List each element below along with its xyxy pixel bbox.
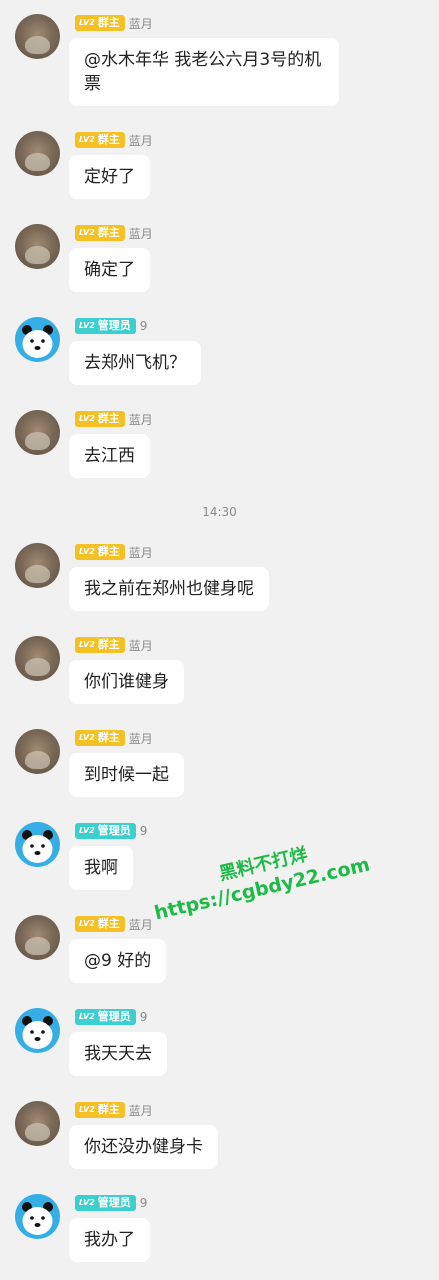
message-bubble[interactable]: 你还没办健身卡 <box>69 1125 218 1169</box>
message-bubble[interactable]: 我啊 <box>69 846 133 890</box>
role-badge: LV2 群主 <box>75 1102 125 1118</box>
role-badge: LV2 群主 <box>75 637 125 653</box>
sender-name[interactable]: 蓝月 <box>129 225 153 242</box>
message-bubble[interactable]: 定好了 <box>69 155 150 199</box>
avatar[interactable] <box>15 636 60 681</box>
message-bubble[interactable]: @水木年华 我老公六月3号的机票 <box>69 38 339 106</box>
sender-name[interactable]: 蓝月 <box>129 544 153 561</box>
role-badge: LV2 管理员 <box>75 1009 136 1025</box>
timestamp: 14:30 <box>202 505 237 519</box>
sender-name[interactable]: 9 <box>140 1196 148 1210</box>
role-badge: LV2 管理员 <box>75 318 136 334</box>
sender-meta: LV2 群主 蓝月 <box>75 729 153 747</box>
sender-name[interactable]: 蓝月 <box>129 15 153 32</box>
sender-meta: LV2 群主 蓝月 <box>75 636 153 654</box>
bear-icon <box>22 1202 53 1235</box>
sender-meta: LV2 群主 蓝月 <box>75 224 153 242</box>
avatar[interactable] <box>15 1008 60 1053</box>
avatar[interactable] <box>15 729 60 774</box>
message-bubble[interactable]: 到时候一起 <box>69 753 184 797</box>
avatar[interactable] <box>15 915 60 960</box>
sender-name[interactable]: 蓝月 <box>129 637 153 654</box>
sender-name[interactable]: 9 <box>140 1010 148 1024</box>
message-bubble[interactable]: 去郑州飞机？ <box>69 341 201 385</box>
role-badge: LV2 群主 <box>75 730 125 746</box>
sender-meta: LV2 群主 蓝月 <box>75 543 153 561</box>
avatar[interactable] <box>15 822 60 867</box>
sender-name[interactable]: 蓝月 <box>129 1102 153 1119</box>
message-bubble[interactable]: @9 好的 <box>69 939 167 983</box>
sender-meta: LV2 群主 蓝月 <box>75 14 153 32</box>
avatar[interactable] <box>15 317 60 362</box>
sender-meta: LV2 管理员 9 <box>75 1194 147 1212</box>
role-badge: LV2 群主 <box>75 411 125 427</box>
role-badge: LV2 群主 <box>75 132 125 148</box>
message-bubble[interactable]: 我天天去 <box>69 1032 167 1076</box>
role-badge: LV2 管理员 <box>75 1195 136 1211</box>
sender-name[interactable]: 9 <box>140 824 148 838</box>
role-badge: LV2 群主 <box>75 15 125 31</box>
sender-meta: LV2 群主 蓝月 <box>75 131 153 149</box>
role-badge: LV2 群主 <box>75 916 125 932</box>
sender-meta: LV2 管理员 9 <box>75 822 147 840</box>
sender-name[interactable]: 蓝月 <box>129 916 153 933</box>
message-bubble[interactable]: 确定了 <box>69 248 150 292</box>
role-badge: LV2 群主 <box>75 225 125 241</box>
avatar[interactable] <box>15 543 60 588</box>
role-badge: LV2 管理员 <box>75 823 136 839</box>
bear-icon <box>22 325 53 358</box>
sender-name[interactable]: 蓝月 <box>129 730 153 747</box>
avatar[interactable] <box>15 1101 60 1146</box>
sender-meta: LV2 群主 蓝月 <box>75 1101 153 1119</box>
bear-icon <box>22 830 53 863</box>
avatar[interactable] <box>15 131 60 176</box>
sender-meta: LV2 管理员 9 <box>75 1008 147 1026</box>
bear-icon <box>22 1016 53 1049</box>
sender-name[interactable]: 蓝月 <box>129 132 153 149</box>
avatar[interactable] <box>15 1194 60 1239</box>
sender-name[interactable]: 蓝月 <box>129 411 153 428</box>
avatar[interactable] <box>15 224 60 269</box>
role-badge: LV2 群主 <box>75 544 125 560</box>
sender-meta: LV2 群主 蓝月 <box>75 410 153 428</box>
sender-name[interactable]: 9 <box>140 319 148 333</box>
message-bubble[interactable]: 我之前在郑州也健身呢 <box>69 567 269 611</box>
avatar[interactable] <box>15 14 60 59</box>
sender-meta: LV2 管理员 9 <box>75 317 147 335</box>
message-bubble[interactable]: 去江西 <box>69 434 150 478</box>
message-bubble[interactable]: 你们谁健身 <box>69 660 184 704</box>
avatar[interactable] <box>15 410 60 455</box>
message-bubble[interactable]: 我办了 <box>69 1218 150 1262</box>
sender-meta: LV2 群主 蓝月 <box>75 915 153 933</box>
